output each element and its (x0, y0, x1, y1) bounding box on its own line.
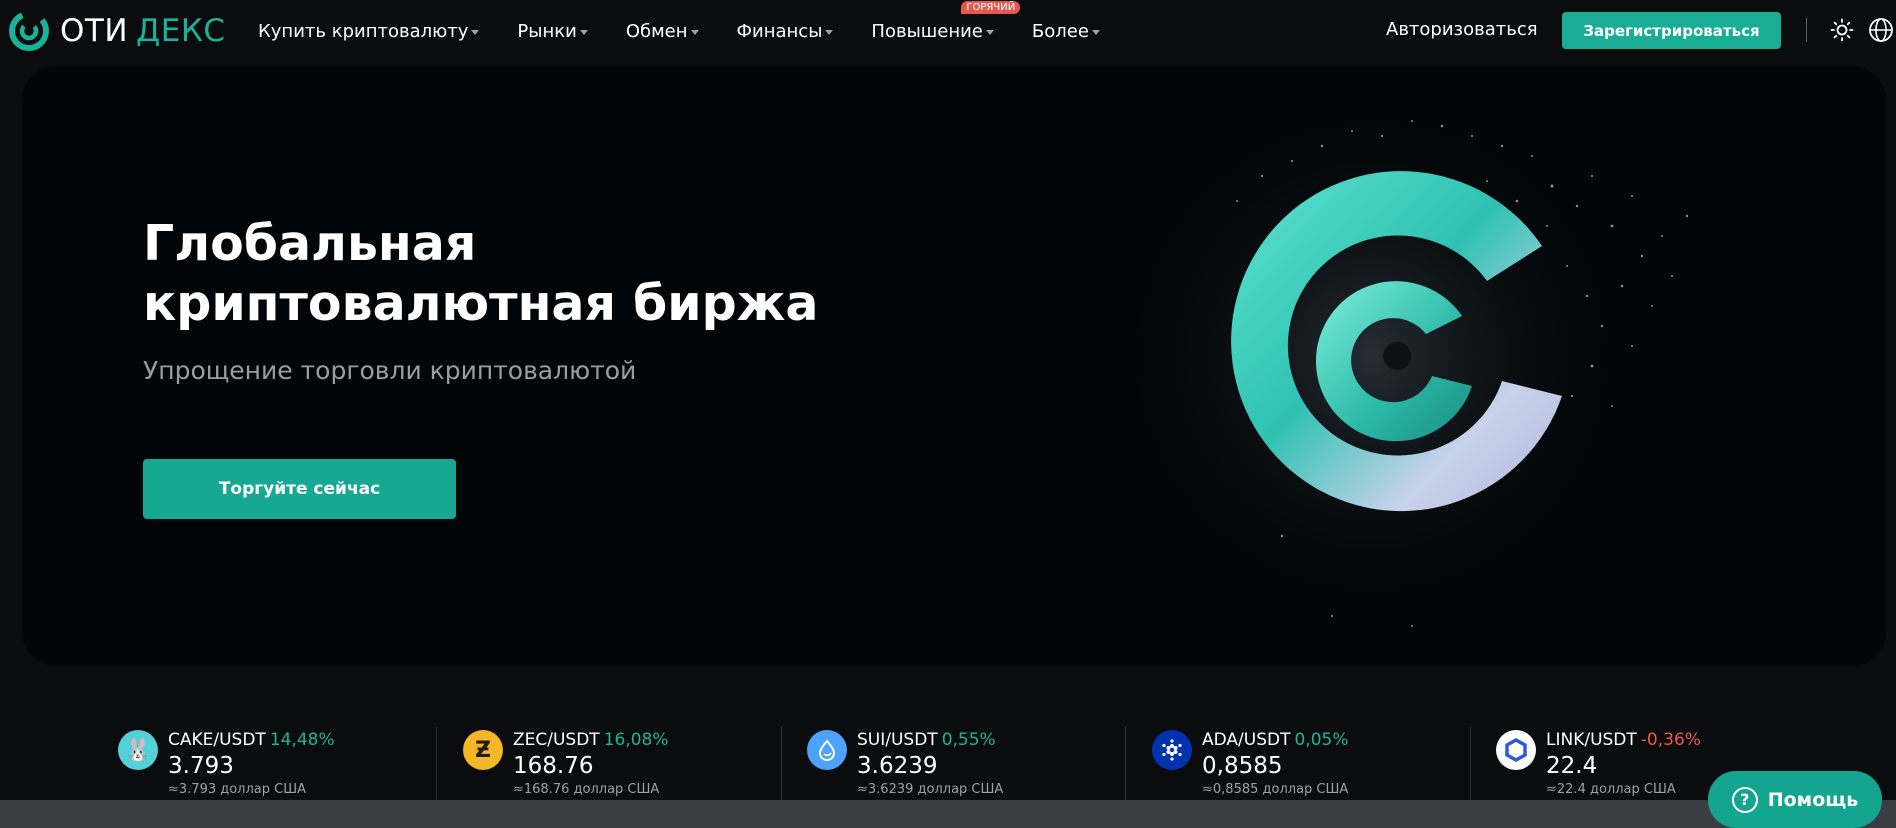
ada-dots-icon (1162, 739, 1182, 761)
nav-promotion[interactable]: Повышение ГОРЯЧИЙ (871, 0, 1021, 42)
pair-name: ADA/USDT (1202, 730, 1291, 750)
pair-change: 14,48% (269, 730, 335, 750)
nav-finance[interactable]: Финансы (737, 21, 834, 42)
price-ticker: 🐰 CAKE/USDT 14,48% 3.793 ≈3.793 доллар СШ… (0, 720, 1896, 800)
chevron-down-icon (825, 29, 834, 35)
header-divider (1806, 18, 1807, 42)
nav-item-label: Рынки (517, 20, 577, 42)
pair-price: 3.6239 (857, 753, 938, 779)
globe-icon[interactable] (1868, 17, 1894, 43)
pair-change: 16,08% (603, 730, 669, 750)
zec-coin-icon: Ƶ (463, 730, 503, 770)
pair-approx-usd: ≈0,8585 доллар США (1202, 782, 1349, 797)
page: ОТИ ДЕКС Купить криптовалюту Рынки Обмен … (0, 0, 1896, 828)
nav-item-label: Обмен (625, 20, 688, 42)
pair-approx-usd: ≈22.4 доллар США (1546, 782, 1676, 797)
logo-icon (9, 11, 49, 51)
chevron-down-icon (690, 29, 699, 35)
theme-sun-icon[interactable] (1830, 18, 1854, 42)
ticker-divider (781, 727, 782, 800)
hero-subtitle: Упрощение торговли криптовалютой (143, 356, 637, 385)
nav-item-label: Более (1031, 20, 1089, 42)
ada-coin-icon (1152, 730, 1192, 770)
register-button[interactable]: Зарегистрироваться (1562, 12, 1781, 49)
nav-exchange[interactable]: Обмен (626, 21, 699, 42)
ticker-pair: LINK/USDT -0,36% (1546, 730, 1701, 750)
brand-name-green: ДЕКС (136, 13, 226, 49)
sui-coin-icon (807, 730, 847, 770)
login-link[interactable]: Авторизоваться (1386, 19, 1538, 40)
ticker-divider (1470, 727, 1471, 800)
pair-approx-usd: ≈168.76 доллар США (513, 782, 660, 797)
pair-price: 22.4 (1546, 753, 1598, 779)
ticker-item[interactable]: Ƶ ZEC/USDT 16,08% 168.76 ≈168.76 доллар С… (463, 720, 807, 800)
pair-change: 0,05% (1294, 730, 1349, 750)
pair-name: LINK/USDT (1546, 730, 1637, 750)
link-hex-icon (1505, 737, 1527, 763)
brand-name: ОТИ ДЕКС (60, 13, 226, 49)
hero-3d-logo-icon (1112, 96, 1689, 627)
nav-item-label: Финансы (736, 20, 823, 42)
pair-name: ZEC/USDT (513, 730, 600, 750)
ticker-pair: CAKE/USDT 14,48% (168, 730, 335, 750)
pair-price: 0,8585 (1202, 753, 1283, 779)
nav-more[interactable]: Более (1032, 21, 1100, 42)
brand-name-white: ОТИ (60, 13, 129, 49)
chevron-down-icon (471, 29, 480, 35)
pair-approx-usd: ≈3.6239 доллар США (857, 782, 1004, 797)
ticker-item[interactable]: SUI/USDT 0,55% 3.6239 ≈3.6239 доллар США (807, 720, 1151, 800)
hot-badge: ГОРЯЧИЙ (961, 0, 1021, 14)
pair-approx-usd: ≈3.793 доллар США (168, 782, 307, 797)
hero-title: Глобальная криптовалютная биржа (143, 215, 819, 332)
chevron-down-icon (579, 29, 588, 35)
pair-change: 0,55% (941, 730, 996, 750)
pair-name: CAKE/USDT (168, 730, 266, 750)
nav-markets[interactable]: Рынки (517, 20, 588, 42)
cake-coin-icon: 🐰 (118, 730, 158, 770)
link-coin-icon (1496, 730, 1536, 770)
sui-drop-icon (818, 739, 836, 761)
bottom-strip (0, 800, 1896, 828)
pair-name: SUI/USDT (857, 730, 938, 750)
ticker-divider (1125, 727, 1126, 800)
help-button[interactable]: ? Помощь (1708, 771, 1882, 828)
trade-now-button[interactable]: Торгуйте сейчас (143, 459, 456, 519)
pair-change: -0,36% (1640, 730, 1701, 750)
pair-price: 3.793 (168, 753, 234, 779)
ticker-item[interactable]: 🐰 CAKE/USDT 14,48% 3.793 ≈3.793 доллар СШ… (118, 720, 462, 800)
top-header: ОТИ ДЕКС Купить криптовалюту Рынки Обмен … (0, 0, 1896, 62)
nav-item-label: Купить криптовалюту (258, 20, 469, 42)
ticker-item[interactable]: ADA/USDT 0,05% 0,8585 ≈0,8585 доллар США (1152, 720, 1496, 800)
nav-item-label: Повышение (871, 20, 983, 42)
help-label: Помощь (1767, 788, 1859, 811)
question-icon: ? (1731, 786, 1758, 813)
chevron-down-icon (1091, 29, 1100, 35)
chevron-down-icon (985, 29, 994, 35)
main-nav: Купить криптовалюту Рынки Обмен Финансы … (258, 0, 1138, 62)
hero-banner: Глобальная криптовалютная биржа Упрощени… (22, 66, 1886, 666)
pair-price: 168.76 (513, 753, 594, 779)
brand-logo[interactable]: ОТИ ДЕКС (8, 10, 226, 52)
ticker-pair: SUI/USDT 0,55% (857, 730, 996, 750)
ticker-pair: ADA/USDT 0,05% (1202, 730, 1349, 750)
ticker-divider (436, 727, 437, 800)
ticker-pair: ZEC/USDT 16,08% (513, 730, 669, 750)
nav-buy-crypto[interactable]: Купить криптовалюту (258, 20, 480, 42)
